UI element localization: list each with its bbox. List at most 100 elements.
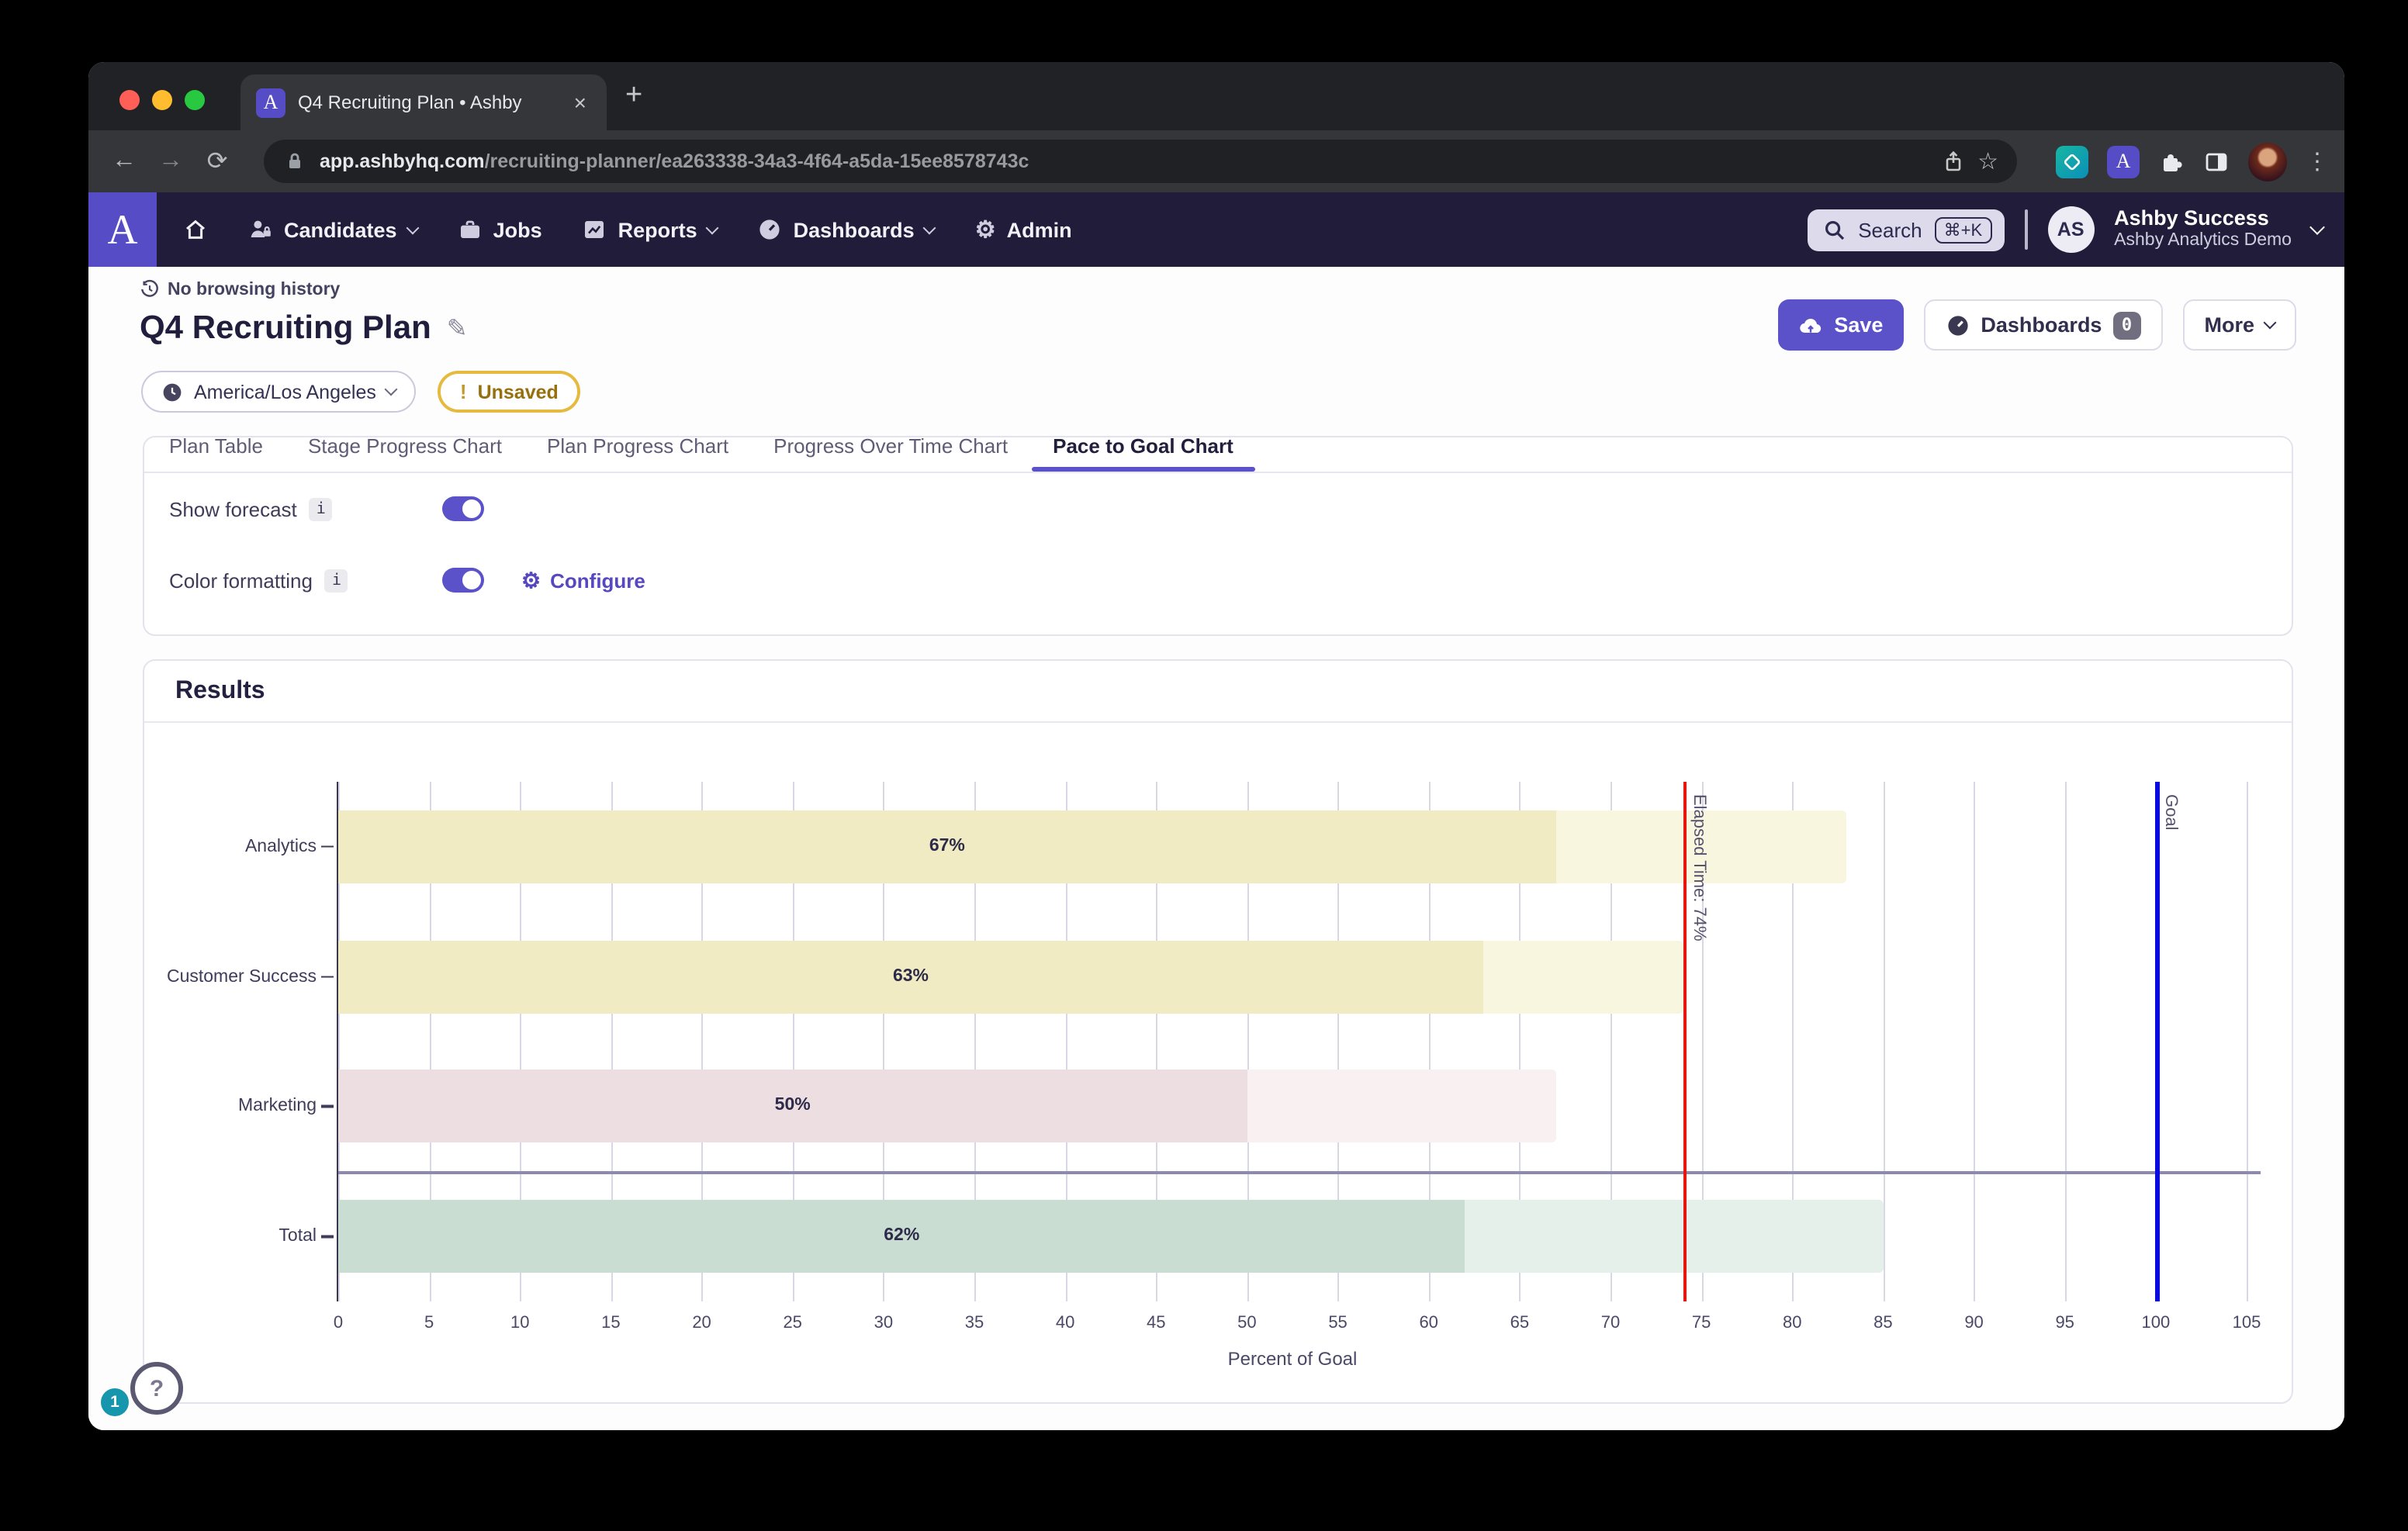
x-tick-label: 50 bbox=[1237, 1314, 1257, 1332]
nav-home[interactable] bbox=[183, 217, 208, 242]
extensions-puzzle-icon[interactable] bbox=[2158, 148, 2185, 175]
close-window-button[interactable] bbox=[119, 90, 140, 110]
x-tick-label: 85 bbox=[1873, 1314, 1893, 1332]
x-tick-label: 55 bbox=[1328, 1314, 1348, 1332]
chart-row-customer-success: 63%Customer Success bbox=[338, 912, 2247, 1042]
nav-reports-label: Reports bbox=[618, 218, 697, 241]
zoom-window-button[interactable] bbox=[185, 90, 205, 110]
edit-title-icon[interactable]: ✎ bbox=[447, 313, 468, 344]
chevron-down-icon bbox=[385, 383, 398, 396]
nav-dashboards[interactable]: Dashboards bbox=[758, 217, 935, 242]
x-tick-label: 65 bbox=[1510, 1314, 1530, 1332]
ref-line-label-goal: Goal bbox=[2162, 794, 2181, 831]
color-formatting-row: Color formatting i ⚙ Configure bbox=[144, 544, 2292, 616]
plan-view-tabs: Plan Table Stage Progress Chart Plan Pro… bbox=[144, 436, 2292, 473]
save-button[interactable]: Save bbox=[1778, 299, 1903, 351]
browser-tab[interactable]: A Q4 Recruiting Plan • Ashby × bbox=[240, 74, 607, 130]
gear-icon: ⚙ bbox=[975, 216, 996, 244]
x-tick-label: 25 bbox=[783, 1314, 802, 1332]
share-icon[interactable] bbox=[1940, 149, 1965, 174]
x-tick-label: 0 bbox=[334, 1314, 343, 1332]
toolbar-right: A ⋮ bbox=[2056, 130, 2329, 192]
back-icon[interactable]: ← bbox=[101, 147, 147, 175]
x-tick-label: 100 bbox=[2141, 1314, 2170, 1332]
search-input[interactable]: Search ⌘+K bbox=[1807, 209, 2004, 251]
results-heading: Results bbox=[144, 661, 2292, 721]
side-panel-icon[interactable] bbox=[2203, 148, 2230, 175]
timezone-selector[interactable]: America/Los Angeles bbox=[141, 371, 417, 413]
account-names[interactable]: Ashby Success Ashby Analytics Demo bbox=[2114, 206, 2292, 253]
teal-extension-icon[interactable] bbox=[2056, 145, 2088, 178]
tab-progress-over-time-chart[interactable]: Progress Over Time Chart bbox=[752, 436, 1029, 472]
divider bbox=[2024, 209, 2027, 250]
plan-controls-card: Plan Table Stage Progress Chart Plan Pro… bbox=[143, 436, 2293, 636]
x-tick-label: 35 bbox=[965, 1314, 984, 1332]
screen: A Q4 Recruiting Plan • Ashby × + ← → ⟳ a… bbox=[0, 0, 2408, 1531]
color-formatting-label: Color formatting bbox=[169, 569, 313, 592]
tab-stage-progress-chart[interactable]: Stage Progress Chart bbox=[286, 436, 524, 472]
category-tick bbox=[321, 845, 334, 848]
page-title: Q4 Recruiting Plan bbox=[140, 310, 431, 347]
search-icon bbox=[1822, 218, 1846, 241]
more-label: More bbox=[2204, 313, 2254, 337]
ashby-favicon: A bbox=[256, 88, 285, 117]
info-icon[interactable]: i bbox=[310, 497, 333, 520]
nav-candidates[interactable]: Candidates bbox=[248, 217, 417, 242]
minimize-window-button[interactable] bbox=[152, 90, 172, 110]
ref-line-goal bbox=[2156, 782, 2160, 1301]
bar-value-label-customer-success: 63% bbox=[338, 940, 1483, 1013]
configure-link[interactable]: ⚙ Configure bbox=[521, 567, 645, 593]
x-axis-label: Percent of Goal bbox=[338, 1348, 2247, 1370]
tab-title: Q4 Recruiting Plan • Ashby bbox=[298, 92, 557, 113]
tab-plan-table[interactable]: Plan Table bbox=[147, 436, 285, 472]
browsing-history-note[interactable]: No browsing history bbox=[140, 279, 340, 299]
category-tick bbox=[321, 976, 334, 978]
nav-reports[interactable]: Reports bbox=[583, 217, 718, 242]
account-name: Ashby Success bbox=[2114, 206, 2292, 231]
category-label-analytics: Analytics bbox=[245, 838, 317, 856]
dashboards-count-badge: 0 bbox=[2112, 311, 2140, 339]
category-label-total: Total bbox=[279, 1227, 317, 1246]
reports-icon bbox=[583, 217, 607, 242]
nav-admin[interactable]: ⚙ Admin bbox=[975, 216, 1072, 244]
x-tick-label: 90 bbox=[1964, 1314, 1984, 1332]
color-formatting-toggle[interactable] bbox=[442, 568, 484, 593]
account-chevron-icon[interactable] bbox=[2309, 219, 2325, 234]
nav-jobs[interactable]: Jobs bbox=[458, 217, 542, 242]
candidates-icon bbox=[248, 217, 273, 242]
info-icon[interactable]: i bbox=[325, 569, 348, 592]
tab-close-icon[interactable]: × bbox=[569, 90, 591, 115]
page-content: No browsing history Q4 Recruiting Plan ✎… bbox=[88, 267, 2344, 1430]
ashby-extension-icon[interactable]: A bbox=[2107, 145, 2140, 178]
warning-icon: ! bbox=[460, 380, 467, 403]
show-forecast-row: Show forecast i bbox=[144, 473, 2292, 544]
help-button[interactable]: ? bbox=[130, 1362, 183, 1415]
bar-value-label-total: 62% bbox=[338, 1200, 1465, 1273]
url-bar[interactable]: app.ashbyhq.com/recruiting-planner/ea263… bbox=[264, 140, 2017, 183]
browser-menu-icon[interactable]: ⋮ bbox=[2306, 147, 2329, 175]
account-avatar[interactable]: AS bbox=[2047, 206, 2094, 253]
forward-icon[interactable]: → bbox=[147, 147, 194, 175]
category-label-marketing: Marketing bbox=[238, 1097, 317, 1116]
url-text: app.ashbyhq.com/recruiting-planner/ea263… bbox=[320, 150, 1928, 172]
nav-admin-label: Admin bbox=[1007, 218, 1072, 241]
tab-pace-to-goal-chart[interactable]: Pace to Goal Chart bbox=[1031, 436, 1255, 472]
browser-profile-avatar[interactable] bbox=[2248, 142, 2287, 181]
gear-icon: ⚙ bbox=[521, 567, 541, 593]
reload-icon[interactable]: ⟳ bbox=[194, 146, 240, 177]
dashboards-button[interactable]: Dashboards 0 bbox=[1923, 299, 2162, 351]
ref-line-elapsed-time-74 bbox=[1683, 782, 1687, 1301]
more-button[interactable]: More bbox=[2182, 299, 2296, 351]
tab-plan-progress-chart[interactable]: Plan Progress Chart bbox=[525, 436, 750, 472]
bookmark-star-icon[interactable]: ☆ bbox=[1977, 147, 1998, 175]
chart-row-marketing: 50%Marketing bbox=[338, 1042, 2247, 1172]
new-tab-button[interactable]: + bbox=[625, 81, 642, 110]
category-tick bbox=[321, 1105, 334, 1108]
window-controls bbox=[119, 90, 205, 110]
show-forecast-toggle[interactable] bbox=[442, 496, 484, 521]
chevron-down-icon bbox=[406, 221, 419, 234]
ashby-logo[interactable]: A bbox=[88, 192, 157, 267]
chart-row-total: 62%Total bbox=[338, 1172, 2247, 1302]
nav-items: Candidates Jobs Reports bbox=[183, 216, 1072, 244]
history-note-label: No browsing history bbox=[168, 280, 340, 299]
